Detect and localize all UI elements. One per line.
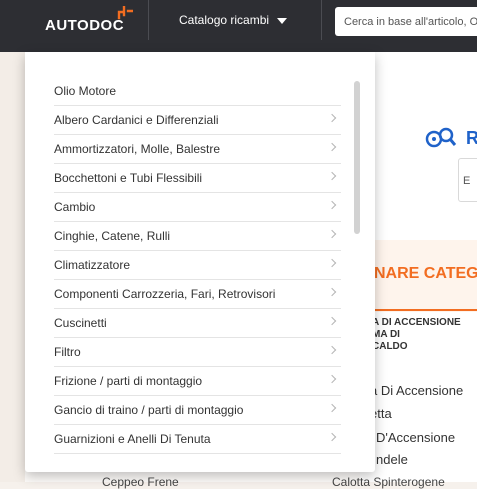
catalog-dropdown-menu: Olio Motore Albero Cardanici e Differenz…: [25, 52, 375, 472]
vehicle-search-icon: [425, 127, 457, 148]
chevron-right-icon: [327, 345, 337, 355]
menu-item-label: Ammortizzatori, Molle, Balestre: [54, 142, 221, 156]
header-divider: [148, 0, 149, 40]
chevron-right-icon: [327, 432, 337, 442]
top-bar: AUTODOC Catalogo ricambi: [0, 0, 477, 52]
chevron-right-icon: [327, 258, 337, 268]
menu-item-label: Olio Motore: [54, 84, 117, 98]
chevron-right-icon: [327, 200, 337, 210]
caret-down-icon: [277, 18, 288, 24]
chevron-right-icon: [327, 142, 337, 152]
menu-item-cuscinetti[interactable]: Cuscinetti: [54, 309, 341, 338]
catalog-label: Catalogo ricambi: [179, 13, 270, 27]
catalog-dropdown-button[interactable]: Catalogo ricambi: [179, 13, 288, 27]
chevron-right-icon: [327, 374, 337, 384]
section-title-fragment: R: [466, 128, 477, 148]
menu-item-bocchettoni[interactable]: Bocchettoni e Tubi Flessibili: [54, 164, 341, 193]
menu-item-filtro[interactable]: Filtro: [54, 338, 341, 367]
logo-plus-icon: [117, 6, 133, 20]
category-underline: [360, 309, 477, 311]
menu-item-label: Cuscinetti: [54, 316, 107, 330]
category-link[interactable]: Calotta Spinterogene: [332, 475, 445, 489]
chevron-right-icon: [327, 403, 337, 413]
menu-item-olio-motore[interactable]: Olio Motore: [54, 77, 341, 106]
menu-item-label: Cambio: [54, 200, 96, 214]
menu-item-ammortizzatori[interactable]: Ammortizzatori, Molle, Balestre: [54, 135, 341, 164]
page-left-margin: [0, 52, 25, 482]
menu-item-label: Albero Cardanici e Differenziali: [54, 113, 219, 127]
menu-item-label: Bocchettoni e Tubi Flessibili: [54, 171, 203, 185]
menu-item-frizione[interactable]: Frizione / parti di montaggio: [54, 367, 341, 396]
selector-box[interactable]: E: [458, 158, 477, 202]
category-link[interactable]: ndele: [376, 452, 408, 467]
ignition-heading-line: A DI ACCENSIONE: [372, 317, 461, 328]
menu-item-albero-cardanici[interactable]: Albero Cardanici e Differenziali: [54, 106, 341, 135]
menu-item-label: Componenti Carrozzeria, Fari, Retrovisor…: [54, 287, 276, 301]
search-input[interactable]: [335, 7, 477, 36]
header-divider: [321, 0, 322, 40]
menu-item-label: Climatizzatore: [54, 258, 131, 272]
autodoc-logo[interactable]: AUTODOC: [45, 6, 133, 36]
chevron-right-icon: [327, 316, 337, 326]
menu-item-label: Cinghie, Catene, Rulli: [54, 229, 171, 243]
category-link[interactable]: a Di Accensione: [370, 383, 463, 398]
category-heading: NARE CATEG: [374, 265, 477, 282]
ignition-heading: A DI ACCENSIONE MA DI CALDO: [372, 317, 472, 353]
menu-item-label: Frizione / parti di montaggio: [54, 374, 203, 388]
dropdown-scrollbar-thumb[interactable]: [354, 81, 360, 234]
ignition-heading-line: CALDO: [372, 341, 408, 352]
category-link[interactable]: D'Accensione: [376, 430, 455, 445]
menu-item-guarnizioni[interactable]: Guarnizioni e Anelli Di Tenuta: [54, 425, 341, 454]
chevron-right-icon: [327, 113, 337, 123]
menu-item-label: Guarnizioni e Anelli Di Tenuta: [54, 432, 211, 446]
menu-item-gancio-traino[interactable]: Gancio di traino / parti di montaggio: [54, 396, 341, 425]
menu-item-label: Gancio di traino / parti di montaggio: [54, 403, 244, 417]
category-link[interactable]: Ceppeo Frene: [102, 475, 179, 489]
chevron-right-icon: [327, 229, 337, 239]
logo-text: AUTODOC: [45, 17, 125, 34]
selector-box-text: E: [463, 175, 471, 187]
menu-item-cambio[interactable]: Cambio: [54, 193, 341, 222]
ignition-heading-line: MA DI: [372, 329, 400, 340]
chevron-right-icon: [327, 171, 337, 181]
menu-item-climatizzatore[interactable]: Climatizzatore: [54, 251, 341, 280]
menu-item-carrozzeria[interactable]: Componenti Carrozzeria, Fari, Retrovisor…: [54, 280, 341, 309]
menu-item-cinghie[interactable]: Cinghie, Catene, Rulli: [54, 222, 341, 251]
menu-item-label: Filtro: [54, 345, 81, 359]
chevron-right-icon: [327, 287, 337, 297]
